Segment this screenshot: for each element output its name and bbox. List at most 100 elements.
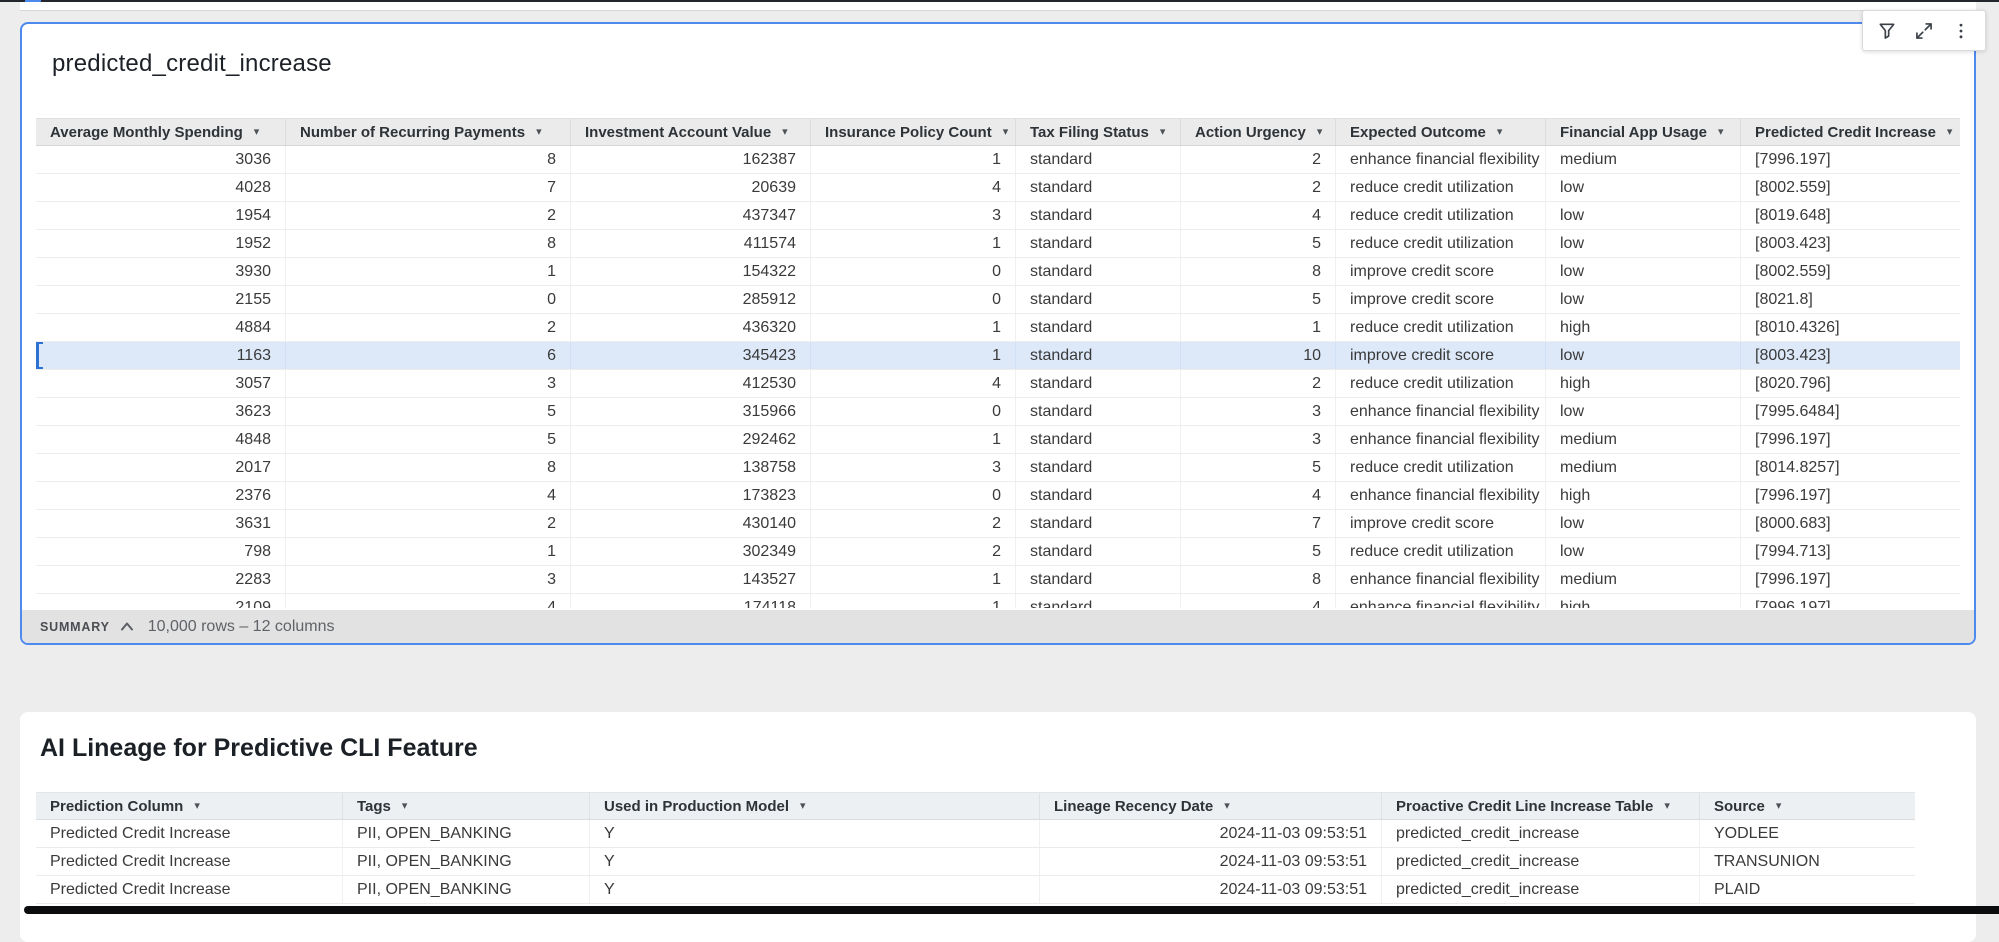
column-header[interactable]: Financial App Usage ▾ <box>1546 119 1741 145</box>
cell[interactable]: 0 <box>811 258 1016 285</box>
cell[interactable]: reduce credit utilization <box>1336 538 1546 565</box>
cell[interactable]: 3631 <box>36 510 286 537</box>
cell[interactable]: 2017 <box>36 454 286 481</box>
cell[interactable]: reduce credit utilization <box>1336 230 1546 257</box>
cell[interactable]: [8002.559] <box>1741 174 1960 201</box>
column-header[interactable]: Used in Production Model ▾ <box>590 793 1040 819</box>
main-table-row[interactable]: 3623 5 315966 0 standard 3 enhance finan… <box>36 398 1960 426</box>
cell[interactable]: standard <box>1016 398 1181 425</box>
main-table-row[interactable]: 2017 8 138758 3 standard 5 reduce credit… <box>36 454 1960 482</box>
cell[interactable]: PLAID <box>1700 876 1915 903</box>
cell[interactable]: [7996.197] <box>1741 594 1960 608</box>
cell[interactable]: 430140 <box>571 510 811 537</box>
cell[interactable]: enhance financial flexibility <box>1336 398 1546 425</box>
cell[interactable]: 173823 <box>571 482 811 509</box>
column-header[interactable]: Number of Recurring Payments ▾ <box>286 119 571 145</box>
cell[interactable]: [8019.648] <box>1741 202 1960 229</box>
cell[interactable]: 3 <box>1181 426 1336 453</box>
cell[interactable]: enhance financial flexibility <box>1336 146 1546 173</box>
cell[interactable]: 4028 <box>36 174 286 201</box>
cell[interactable]: 162387 <box>571 146 811 173</box>
main-table-row[interactable]: 3057 3 412530 4 standard 2 reduce credit… <box>36 370 1960 398</box>
cell[interactable]: 5 <box>1181 538 1336 565</box>
column-header[interactable]: Action Urgency ▾ <box>1181 119 1336 145</box>
cell[interactable]: standard <box>1016 230 1181 257</box>
cell[interactable]: 154322 <box>571 258 811 285</box>
cell[interactable]: 5 <box>286 426 571 453</box>
main-table-row[interactable]: 2155 0 285912 0 standard 5 improve credi… <box>36 286 1960 314</box>
cell[interactable]: 8 <box>1181 258 1336 285</box>
cell[interactable]: low <box>1546 230 1741 257</box>
cell[interactable]: 3 <box>811 454 1016 481</box>
cell[interactable]: low <box>1546 342 1741 369</box>
cell[interactable]: low <box>1546 258 1741 285</box>
main-table-row[interactable]: 2376 4 173823 0 standard 4 enhance finan… <box>36 482 1960 510</box>
cell[interactable]: reduce credit utilization <box>1336 174 1546 201</box>
cell[interactable]: 5 <box>1181 454 1336 481</box>
cell[interactable]: standard <box>1016 286 1181 313</box>
cell[interactable]: medium <box>1546 454 1741 481</box>
cell[interactable]: low <box>1546 510 1741 537</box>
cell[interactable]: 10 <box>1181 342 1336 369</box>
main-table-row[interactable]: 4884 2 436320 1 standard 1 reduce credit… <box>36 314 1960 342</box>
cell[interactable]: 2024-11-03 09:53:51 <box>1040 876 1382 903</box>
cell[interactable]: 8 <box>1181 566 1336 593</box>
cell[interactable]: medium <box>1546 146 1741 173</box>
cell[interactable]: 437347 <box>571 202 811 229</box>
cell[interactable]: 1 <box>811 146 1016 173</box>
cell[interactable]: 0 <box>811 286 1016 313</box>
cell[interactable]: medium <box>1546 566 1741 593</box>
cell[interactable]: standard <box>1016 454 1181 481</box>
cell[interactable]: predicted_credit_increase <box>1382 820 1700 847</box>
cell[interactable]: YODLEE <box>1700 820 1915 847</box>
cell[interactable]: standard <box>1016 482 1181 509</box>
main-table-row[interactable]: 2283 3 143527 1 standard 8 enhance finan… <box>36 566 1960 594</box>
cell[interactable]: 8 <box>286 230 571 257</box>
cell[interactable]: 4 <box>286 594 571 608</box>
cell[interactable]: 3 <box>811 202 1016 229</box>
lineage-table-row[interactable]: Predicted Credit Increase PII, OPEN_BANK… <box>36 876 1915 904</box>
cell[interactable]: standard <box>1016 146 1181 173</box>
main-table-row[interactable]: 3930 1 154322 0 standard 8 improve credi… <box>36 258 1960 286</box>
cell[interactable]: 8 <box>286 454 571 481</box>
cell[interactable]: 5 <box>1181 286 1336 313</box>
filter-button[interactable] <box>1871 15 1903 47</box>
cell[interactable]: 302349 <box>571 538 811 565</box>
cell[interactable]: low <box>1546 174 1741 201</box>
cell[interactable]: standard <box>1016 314 1181 341</box>
cell[interactable]: improve credit score <box>1336 286 1546 313</box>
summary-collapse-button[interactable] <box>120 621 134 632</box>
cell[interactable]: Y <box>590 876 1040 903</box>
cell[interactable]: 7 <box>1181 510 1336 537</box>
cell[interactable]: 1 <box>811 342 1016 369</box>
cell[interactable]: 1954 <box>36 202 286 229</box>
cell[interactable]: [7994.713] <box>1741 538 1960 565</box>
cell[interactable]: 4848 <box>36 426 286 453</box>
cell[interactable]: [7996.197] <box>1741 566 1960 593</box>
cell[interactable]: 8 <box>286 146 571 173</box>
cell[interactable]: enhance financial flexibility <box>1336 482 1546 509</box>
cell[interactable]: 4 <box>811 174 1016 201</box>
main-table-row[interactable]: 1163 6 345423 1 standard 10 improve cred… <box>36 342 1960 370</box>
cell[interactable]: standard <box>1016 594 1181 608</box>
cell[interactable]: [7996.197] <box>1741 146 1960 173</box>
cell[interactable]: 2155 <box>36 286 286 313</box>
cell[interactable]: 315966 <box>571 398 811 425</box>
cell[interactable]: 2 <box>1181 370 1336 397</box>
cell[interactable]: 0 <box>286 286 571 313</box>
column-header[interactable]: Insurance Policy Count ▾ <box>811 119 1016 145</box>
cell[interactable]: standard <box>1016 538 1181 565</box>
cell[interactable]: 4 <box>811 370 1016 397</box>
cell[interactable]: [7996.197] <box>1741 482 1960 509</box>
cell[interactable]: [8021.8] <box>1741 286 1960 313</box>
cell[interactable]: 412530 <box>571 370 811 397</box>
cell[interactable]: predicted_credit_increase <box>1382 876 1700 903</box>
lineage-table-row[interactable]: Predicted Credit Increase PII, OPEN_BANK… <box>36 848 1915 876</box>
cell[interactable]: Predicted Credit Increase <box>36 848 343 875</box>
cell[interactable]: [8002.559] <box>1741 258 1960 285</box>
column-header[interactable]: Investment Account Value ▾ <box>571 119 811 145</box>
cell[interactable]: improve credit score <box>1336 342 1546 369</box>
cell[interactable]: low <box>1546 202 1741 229</box>
cell[interactable]: 7 <box>286 174 571 201</box>
cell[interactable]: 5 <box>1181 230 1336 257</box>
